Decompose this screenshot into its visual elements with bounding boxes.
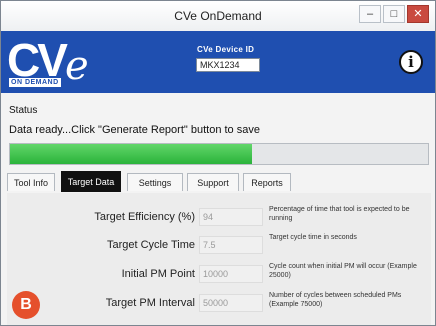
- status-message: Data ready...Click "Generate Report" but…: [9, 124, 260, 136]
- target-cycle-time-input[interactable]: [199, 236, 263, 254]
- minimize-button[interactable]: –: [359, 5, 381, 23]
- logo-mark: e: [65, 43, 89, 89]
- cve-logo: CV e ON DEMAND: [7, 36, 135, 90]
- field-label: Target PM Interval: [105, 297, 195, 309]
- target-efficiency-input[interactable]: [199, 208, 263, 226]
- tab-strip: Tool Info Target Data Settings Support R…: [7, 171, 431, 194]
- info-icon[interactable]: i: [399, 50, 423, 74]
- device-id-label: CVe Device ID: [197, 45, 255, 54]
- logo-text: CV: [7, 34, 68, 86]
- progress-bar: [9, 143, 429, 165]
- field-row-target-pm-interval: Target PM Interval Number of cycles betw…: [7, 289, 431, 317]
- field-row-target-cycle-time: Target Cycle Time Target cycle time in s…: [7, 231, 431, 259]
- field-label: Target Efficiency (%): [94, 211, 195, 223]
- window-controls: – □ ✕: [359, 5, 429, 23]
- progress-fill: [10, 144, 253, 164]
- maximize-button[interactable]: □: [383, 5, 405, 23]
- close-button[interactable]: ✕: [407, 5, 429, 23]
- field-label: Initial PM Point: [121, 268, 195, 280]
- field-row-target-efficiency: Target Efficiency (%) Percentage of time…: [7, 203, 431, 231]
- target-data-panel: Target Efficiency (%) Percentage of time…: [7, 193, 431, 325]
- tab-target-data[interactable]: Target Data: [61, 171, 121, 192]
- tab-tool-info[interactable]: Tool Info: [7, 173, 55, 191]
- title-bar: CVe OnDemand – □ ✕: [1, 1, 435, 32]
- field-hint: Number of cycles between scheduled PMs (…: [269, 292, 402, 308]
- tab-support[interactable]: Support: [187, 173, 239, 191]
- field-row-initial-pm-point: Initial PM Point Cycle count when initia…: [7, 260, 431, 288]
- field-hint: Cycle count when initial PM will occur (…: [269, 263, 417, 279]
- figure-label-badge: B: [12, 291, 40, 319]
- tab-settings[interactable]: Settings: [127, 173, 183, 191]
- status-label: Status: [9, 105, 38, 116]
- field-label: Target Cycle Time: [106, 239, 195, 251]
- device-id-input[interactable]: [196, 58, 260, 72]
- app-header: CV e ON DEMAND CVe Device ID i: [1, 31, 435, 93]
- logo-tagline: ON DEMAND: [9, 78, 61, 87]
- field-hint: Target cycle time in seconds: [269, 234, 357, 241]
- tab-reports[interactable]: Reports: [243, 173, 291, 191]
- initial-pm-point-input[interactable]: [199, 265, 263, 283]
- target-pm-interval-input[interactable]: [199, 294, 263, 312]
- app-window: CVe OnDemand – □ ✕ CV e ON DEMAND CVe De…: [0, 0, 436, 326]
- field-hint: Percentage of time that tool is expected…: [269, 206, 410, 222]
